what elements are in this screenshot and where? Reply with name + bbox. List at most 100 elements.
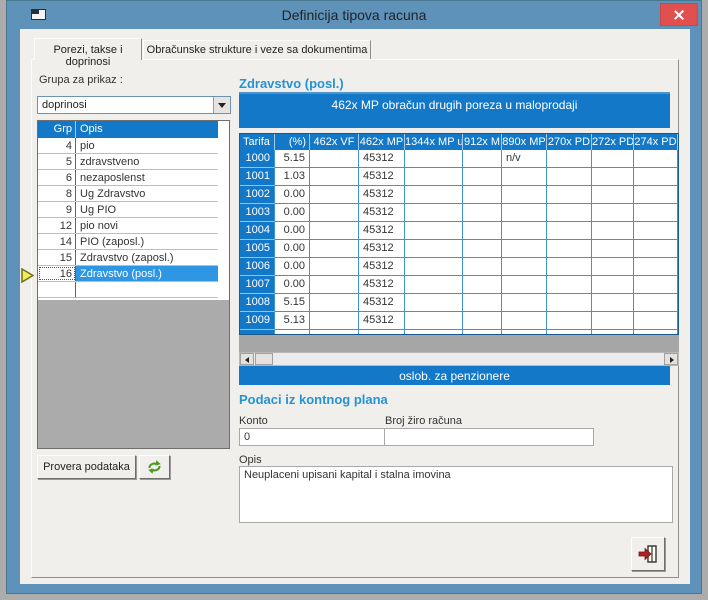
group-row[interactable]: 8Ug Zdravstvo bbox=[38, 186, 218, 202]
ziro-racun-input[interactable] bbox=[384, 428, 594, 446]
tax-table-row[interactable]: 10085.1545312 bbox=[240, 294, 678, 312]
value-cell[interactable]: 45312 bbox=[359, 312, 405, 330]
group-row[interactable]: 6nezaposlenst bbox=[38, 170, 218, 186]
combo-dropdown-button[interactable] bbox=[213, 97, 230, 113]
value-cell[interactable] bbox=[592, 276, 634, 294]
tax-table-row[interactable]: 10011.03 45312 bbox=[240, 168, 678, 186]
value-cell[interactable] bbox=[634, 168, 678, 186]
group-row-grp[interactable]: 6 bbox=[38, 170, 76, 185]
value-cell[interactable] bbox=[547, 168, 592, 186]
value-cell[interactable] bbox=[463, 168, 502, 186]
value-cell[interactable] bbox=[310, 258, 359, 276]
value-cell[interactable] bbox=[547, 294, 592, 312]
value-cell[interactable] bbox=[310, 186, 359, 204]
value-cell[interactable] bbox=[502, 276, 547, 294]
value-cell[interactable] bbox=[405, 204, 463, 222]
value-cell[interactable] bbox=[463, 312, 502, 330]
group-row[interactable]: 15Zdravstvo (zaposl.) bbox=[38, 250, 218, 266]
tax-table-row[interactable]: 10030.0045312 bbox=[240, 204, 678, 222]
value-cell[interactable] bbox=[634, 150, 678, 168]
group-row-opis[interactable]: PIO (zaposl.) bbox=[76, 234, 218, 249]
value-cell[interactable]: 0.00 bbox=[275, 276, 310, 294]
tab-obracunske-strukture[interactable]: Obračunske strukture i veze sa dokumenti… bbox=[143, 40, 371, 59]
tab-porezi[interactable]: Porezi, takse i doprinosi bbox=[34, 38, 142, 60]
tax-table-row[interactable]: 10020.0045312 bbox=[240, 186, 678, 204]
tarifa-cell[interactable]: 1000 bbox=[240, 150, 275, 168]
titlebar[interactable]: Definicija tipova racuna bbox=[7, 1, 701, 29]
value-cell[interactable] bbox=[547, 240, 592, 258]
value-cell[interactable]: 45312 bbox=[359, 186, 405, 204]
value-cell[interactable] bbox=[634, 222, 678, 240]
group-row[interactable]: 9Ug PIO bbox=[38, 202, 218, 218]
value-cell[interactable]: 45312 bbox=[359, 168, 405, 186]
tax-table-row[interactable]: 10005.15 45312 n/v bbox=[240, 150, 678, 168]
value-cell[interactable]: n/v bbox=[502, 150, 547, 168]
value-cell[interactable]: 0.00 bbox=[275, 204, 310, 222]
value-cell[interactable] bbox=[547, 150, 592, 168]
value-cell[interactable] bbox=[463, 240, 502, 258]
value-cell[interactable] bbox=[310, 240, 359, 258]
value-cell[interactable] bbox=[405, 294, 463, 312]
group-row-grp[interactable]: 9 bbox=[38, 202, 76, 217]
value-cell[interactable] bbox=[502, 240, 547, 258]
value-cell[interactable] bbox=[547, 276, 592, 294]
scrollbar-thumb[interactable] bbox=[255, 353, 273, 365]
group-row-grp[interactable]: 12 bbox=[38, 218, 76, 233]
value-cell[interactable] bbox=[502, 294, 547, 312]
value-cell[interactable] bbox=[592, 204, 634, 222]
refresh-button[interactable] bbox=[139, 455, 170, 479]
tax-table-row[interactable]: 10095.1345312 bbox=[240, 312, 678, 330]
value-cell[interactable]: 45312 bbox=[359, 276, 405, 294]
value-cell[interactable] bbox=[405, 276, 463, 294]
value-cell[interactable] bbox=[547, 312, 592, 330]
tarifa-cell[interactable]: 1001 bbox=[240, 168, 275, 186]
value-cell[interactable] bbox=[463, 186, 502, 204]
value-cell[interactable] bbox=[463, 276, 502, 294]
value-cell[interactable] bbox=[310, 168, 359, 186]
tax-table-row[interactable]: 10070.00 45312 bbox=[240, 276, 678, 294]
value-cell[interactable] bbox=[405, 258, 463, 276]
tarifa-cell[interactable]: 1004 bbox=[240, 222, 275, 240]
tax-table-row[interactable]: 10040.0045312 bbox=[240, 222, 678, 240]
tarifa-cell[interactable]: 1007 bbox=[240, 276, 275, 294]
value-cell[interactable] bbox=[463, 294, 502, 312]
value-cell[interactable] bbox=[634, 204, 678, 222]
value-cell[interactable] bbox=[592, 168, 634, 186]
value-cell[interactable] bbox=[502, 222, 547, 240]
horizontal-scrollbar[interactable] bbox=[239, 352, 679, 366]
group-row[interactable]: 12pio novi bbox=[38, 218, 218, 234]
tarifa-cell[interactable]: 1003 bbox=[240, 204, 275, 222]
value-cell[interactable] bbox=[463, 258, 502, 276]
value-cell[interactable] bbox=[310, 312, 359, 330]
group-row-grp[interactable]: 16 bbox=[38, 266, 76, 281]
tax-table-row[interactable]: 10060.0045312 bbox=[240, 258, 678, 276]
value-cell[interactable] bbox=[463, 204, 502, 222]
value-cell[interactable] bbox=[502, 186, 547, 204]
value-cell[interactable] bbox=[592, 258, 634, 276]
group-row-opis[interactable]: pio bbox=[76, 138, 218, 153]
value-cell[interactable]: 45312 bbox=[359, 150, 405, 168]
group-row-grp[interactable]: 8 bbox=[38, 186, 76, 201]
value-cell[interactable] bbox=[463, 222, 502, 240]
opis-textarea[interactable]: Neuplaceni upisani kapital i stalna imov… bbox=[239, 466, 673, 523]
tax-table-row[interactable]: 10050.0045312 bbox=[240, 240, 678, 258]
value-cell[interactable] bbox=[405, 150, 463, 168]
value-cell[interactable] bbox=[405, 222, 463, 240]
value-cell[interactable] bbox=[310, 294, 359, 312]
value-cell[interactable]: 5.15 bbox=[275, 150, 310, 168]
value-cell[interactable] bbox=[634, 258, 678, 276]
value-cell[interactable] bbox=[310, 276, 359, 294]
value-cell[interactable] bbox=[310, 150, 359, 168]
value-cell[interactable]: 1.03 bbox=[275, 168, 310, 186]
value-cell[interactable]: 0.00 bbox=[275, 258, 310, 276]
tarifa-cell[interactable]: 1002 bbox=[240, 186, 275, 204]
close-button[interactable] bbox=[660, 3, 698, 26]
exit-button[interactable] bbox=[631, 537, 665, 571]
value-cell[interactable] bbox=[463, 150, 502, 168]
value-cell[interactable] bbox=[502, 258, 547, 276]
value-cell[interactable] bbox=[634, 312, 678, 330]
group-filter-combobox[interactable]: doprinosi bbox=[37, 96, 231, 114]
value-cell[interactable]: 45312 bbox=[359, 240, 405, 258]
value-cell[interactable] bbox=[592, 294, 634, 312]
value-cell[interactable] bbox=[502, 204, 547, 222]
